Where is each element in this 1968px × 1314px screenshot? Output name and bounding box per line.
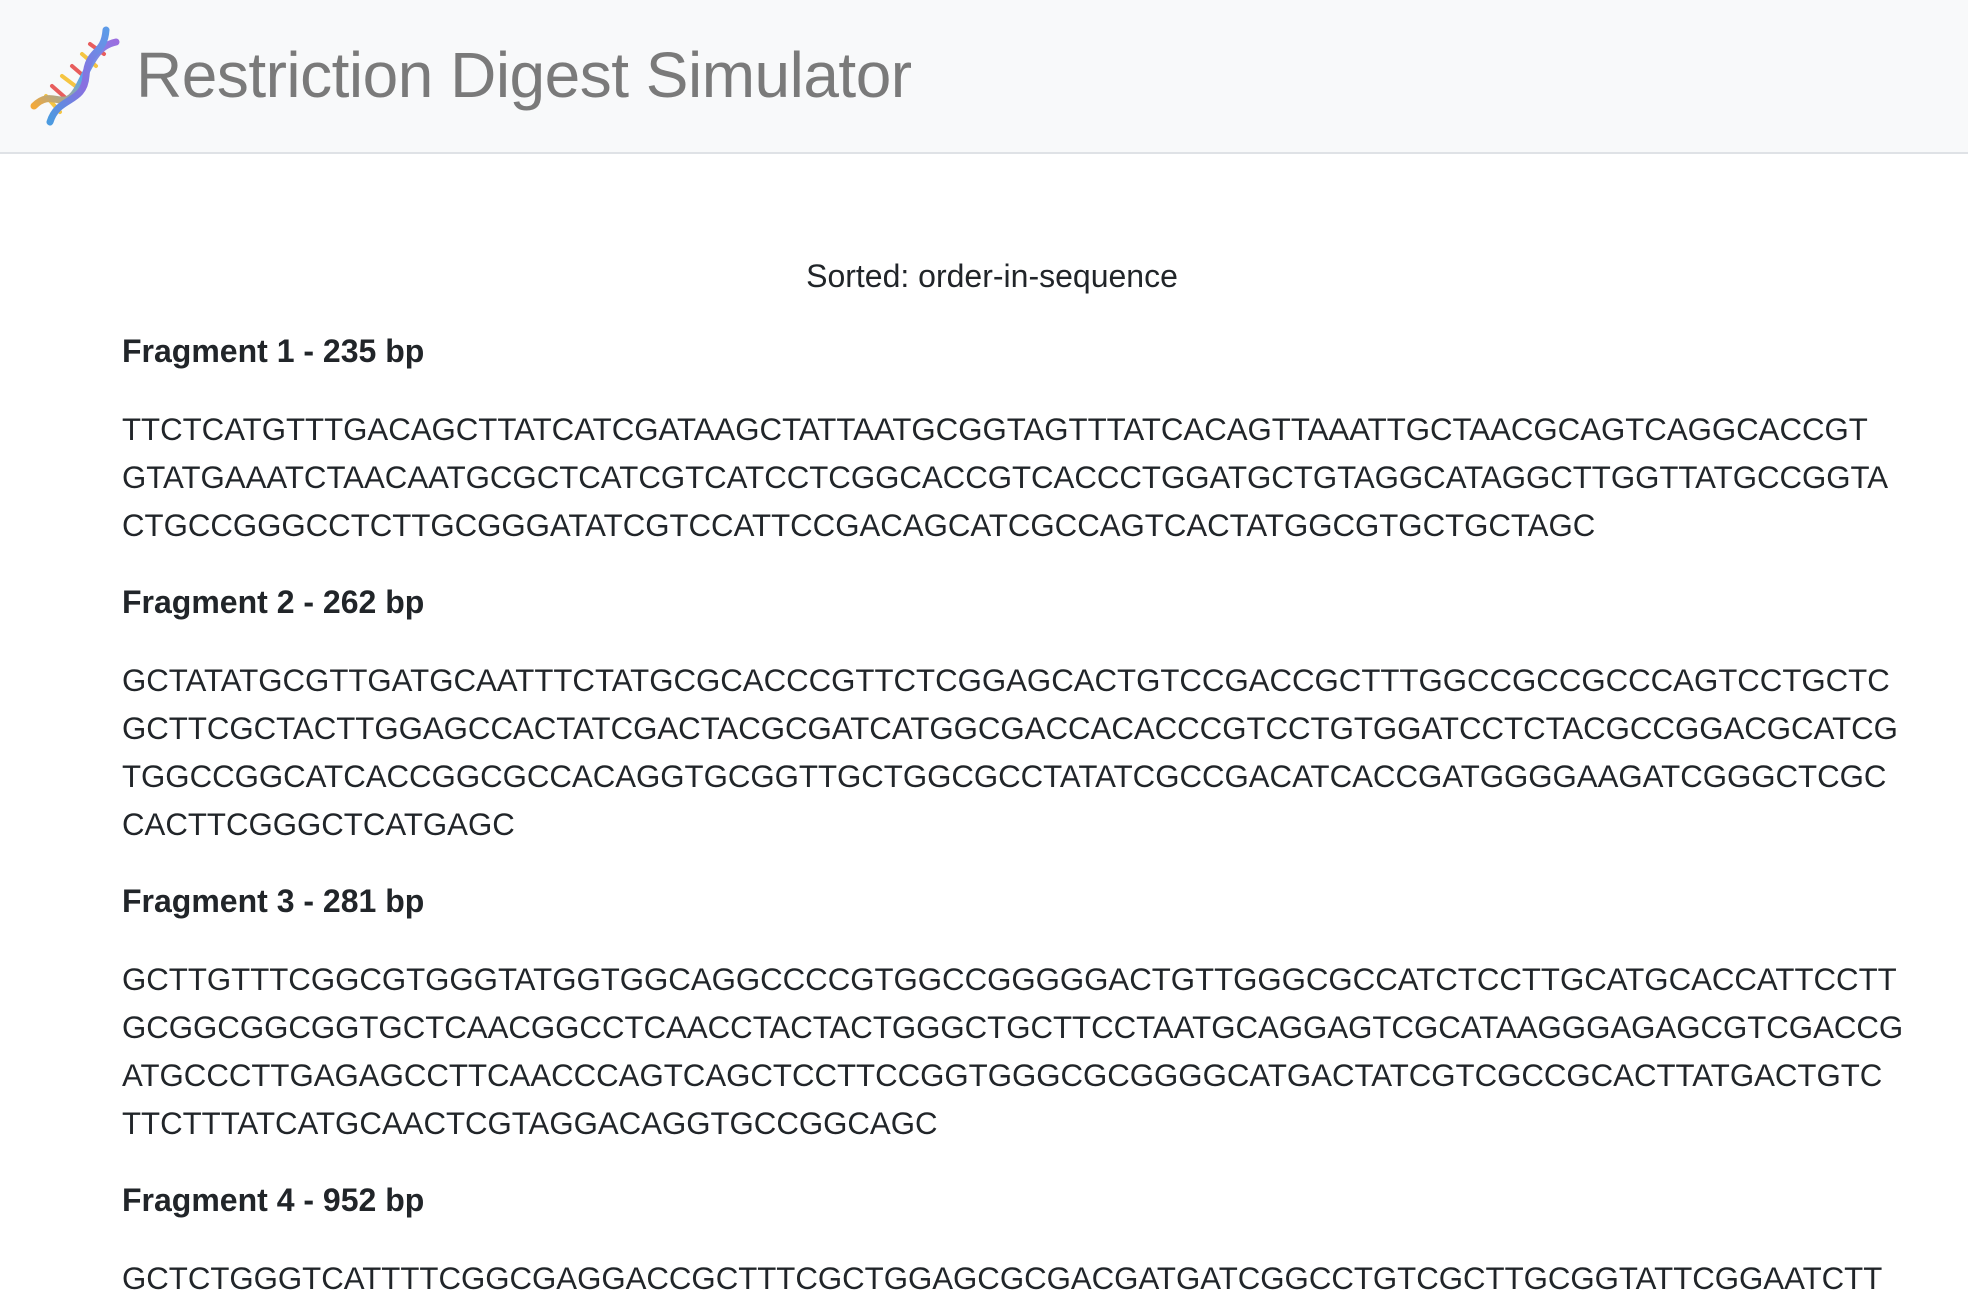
fragment-title: Fragment 2 - 262 bp xyxy=(122,584,425,620)
sequence-line: TTCTTTATCATGCAACTCGTAGGACAGGTGCCGGCAGC xyxy=(122,1106,938,1141)
fragment-sequence: GCTCTGGGTCATTTTCGGCGAGGACCGCTTTCGCTGGAGC… xyxy=(122,1255,1883,1303)
sequence-line: GCTTCGCTACTTGGAGCCACTATCGACTACGCGATCATGG… xyxy=(122,711,1898,746)
fragment-title: Fragment 3 - 281 bp xyxy=(122,883,425,919)
navbar: Restriction Digest Simulator xyxy=(0,0,1968,154)
fragment-sequence: GCTATATGCGTTGATGCAATTTCTATGCGCACCCGTTCTC… xyxy=(122,657,1898,849)
fragment-sequence: TTCTCATGTTTGACAGCTTATCATCGATAAGCTATTAATG… xyxy=(122,406,1889,550)
sort-order-label: Sorted: order-in-sequence xyxy=(806,258,1178,294)
sequence-line: TGGCCGGCATCACCGGCGCCACAGGTGCGGTTGCTGGCGC… xyxy=(122,759,1887,794)
dna-helix-icon xyxy=(30,26,120,126)
sequence-line: GCGGCGGCGGTGCTCAACGGCCTCAACCTACTACTGGGCT… xyxy=(122,1010,1904,1045)
app-title: Restriction Digest Simulator xyxy=(136,39,912,111)
sequence-line: GCTATATGCGTTGATGCAATTTCTATGCGCACCCGTTCTC… xyxy=(122,663,1890,698)
fragment-sequence: GCTTGTTTCGGCGTGGGTATGGTGGCAGGCCCCGTGGCCG… xyxy=(122,956,1904,1148)
sequence-line: GCTCTGGGTCATTTTCGGCGAGGACCGCTTTCGCTGGAGC… xyxy=(122,1261,1883,1296)
sequence-line: GCTTGTTTCGGCGTGGGTATGGTGGCAGGCCCCGTGGCCG… xyxy=(122,962,1897,997)
fragment-2: Fragment 2 - 262 bp GCTATATGCGTTGATGCAAT… xyxy=(122,583,1898,849)
fragment-4: Fragment 4 - 952 bp GCTCTGGGTCATTTTCGGCG… xyxy=(122,1181,1883,1303)
results-panel: Sorted: order-in-sequence Fragment 1 - 2… xyxy=(122,154,1904,1303)
sequence-line: CTGCCGGGCCTCTTGCGGGATATCGTCCATTCCGACAGCA… xyxy=(122,508,1596,543)
sequence-line: TTCTCATGTTTGACAGCTTATCATCGATAAGCTATTAATG… xyxy=(122,412,1868,447)
fragment-title: Fragment 4 - 952 bp xyxy=(122,1182,425,1218)
fragment-title: Fragment 1 - 235 bp xyxy=(122,333,425,369)
fragment-1: Fragment 1 - 235 bp TTCTCATGTTTGACAGCTTA… xyxy=(122,332,1889,550)
brand-link[interactable]: Restriction Digest Simulator xyxy=(24,26,912,126)
sequence-line: CACTTCGGGCTCATGAGC xyxy=(122,807,515,842)
sequence-line: ATGCCCTTGAGAGCCTTCAACCCAGTCAGCTCCTTCCGGT… xyxy=(122,1058,1883,1093)
sequence-line: GTATGAAATCTAACAATGCGCTCATCGTCATCCTCGGCAC… xyxy=(122,460,1889,495)
fragment-3: Fragment 3 - 281 bp GCTTGTTTCGGCGTGGGTAT… xyxy=(122,882,1904,1148)
